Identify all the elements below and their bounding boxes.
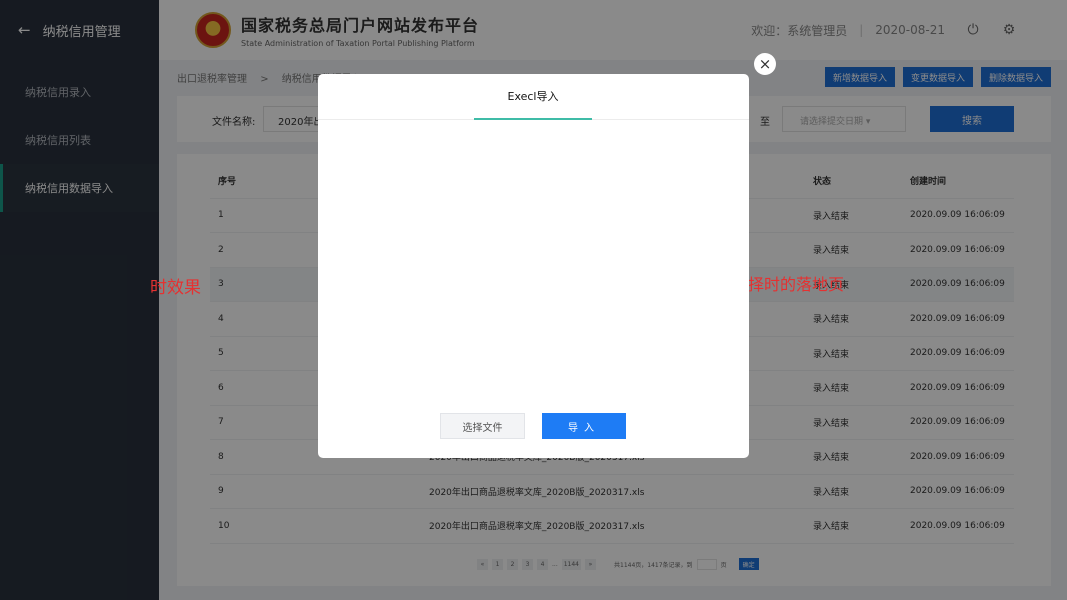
tab-excel-import[interactable]: Execl导入 bbox=[474, 74, 592, 120]
choose-file-button[interactable]: 选择文件 bbox=[440, 413, 525, 439]
excel-import-dialog: Execl导入 选择文件 导入 bbox=[318, 74, 749, 458]
close-icon[interactable]: × bbox=[754, 53, 776, 75]
import-button[interactable]: 导入 bbox=[542, 413, 626, 439]
annotation-left: 时效果 bbox=[150, 278, 201, 298]
